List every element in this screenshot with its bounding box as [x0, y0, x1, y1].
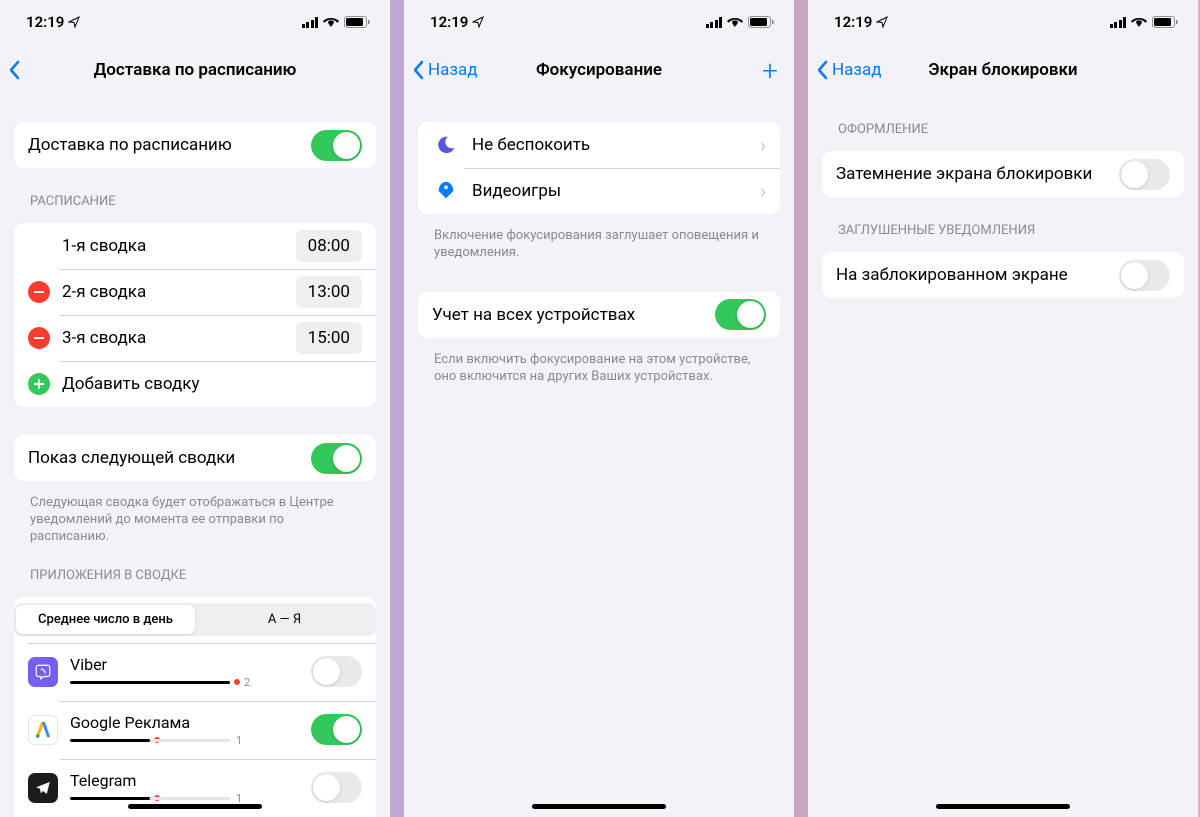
focus-modes-footer: Включение фокусирования заглушает оповещ…: [404, 222, 794, 262]
lock-label: На заблокированном экране: [836, 265, 1119, 285]
app-icon-google-ads: [28, 715, 58, 745]
cellular-icon: [706, 17, 723, 28]
moon-icon: [432, 131, 460, 159]
home-indicator[interactable]: [936, 804, 1070, 809]
focus-mode-label: Не беспокоить: [472, 135, 754, 155]
location-icon: [68, 16, 80, 28]
back-label: Назад: [832, 60, 882, 80]
nav-bar: Назад Экран блокировки: [808, 44, 1198, 96]
cellular-icon: [1110, 17, 1127, 28]
on-lockscreen-row[interactable]: На заблокированном экране: [822, 252, 1184, 298]
nav-bar: Доставка по расписанию: [0, 44, 390, 96]
back-label: Назад: [428, 60, 478, 80]
focus-mode-label: Видеоигры: [472, 181, 754, 201]
status-time: 12:19: [834, 13, 872, 31]
schedule-time[interactable]: 15:00: [296, 322, 362, 354]
status-bar: 12:19: [404, 0, 794, 44]
rocket-icon: [432, 177, 460, 205]
location-icon: [876, 16, 888, 28]
scheduled-delivery-toggle[interactable]: [311, 130, 362, 161]
silenced-header: ЗАГЛУШЕННЫЕ УВЕДОМЛЕНИЯ: [808, 205, 1198, 244]
home-indicator[interactable]: [532, 804, 666, 809]
page-title: Доставка по расписанию: [12, 60, 378, 80]
schedule-row[interactable]: 3-я сводка 15:00: [14, 315, 376, 361]
schedule-header: РАСПИСАНИЕ: [0, 176, 390, 215]
back-button[interactable]: Назад: [816, 60, 882, 80]
schedule-label: 3-я сводка: [62, 328, 296, 348]
nav-bar: Назад Фокусирование +: [404, 44, 794, 96]
dim-toggle[interactable]: [1119, 159, 1170, 190]
battery-icon: [344, 16, 370, 28]
next-summary-footer: Следующая сводка будет отображаться в Це…: [0, 489, 390, 546]
share-label: Учет на всех устройствах: [432, 305, 715, 325]
app-row[interactable]: Google Реклама 1: [14, 701, 376, 759]
phone-screen-focus: 12:19 Назад Фокусирование + Не беспокоит…: [404, 0, 794, 817]
segment-average[interactable]: Среднее число в день: [16, 605, 195, 634]
segment-alpha[interactable]: А — Я: [195, 605, 374, 634]
battery-icon: [748, 16, 774, 28]
phone-screen-lockscreen: 12:19 Назад Экран блокировки ОФОРМЛЕНИЕ …: [808, 0, 1198, 817]
lock-toggle[interactable]: [1119, 260, 1170, 291]
delete-icon[interactable]: [28, 281, 50, 303]
next-summary-row[interactable]: Показ следующей сводки: [14, 435, 376, 481]
dim-label: Затемнение экрана блокировки: [836, 164, 1119, 184]
appearance-header: ОФОРМЛЕНИЕ: [808, 96, 1198, 143]
app-icon-telegram: [28, 773, 58, 803]
focus-mode-row[interactable]: Не беспокоить ›: [418, 122, 780, 168]
wifi-icon: [323, 16, 339, 28]
dim-lockscreen-row[interactable]: Затемнение экрана блокировки: [822, 151, 1184, 197]
schedule-label: 1-я сводка: [62, 236, 296, 256]
app-toggle[interactable]: [311, 772, 362, 803]
chevron-left-icon: [412, 60, 424, 80]
chevron-left-icon: [816, 60, 828, 80]
share-footer: Если включить фокусирование на этом устр…: [404, 346, 794, 386]
location-icon: [472, 16, 484, 28]
scheduled-delivery-row[interactable]: Доставка по расписанию: [14, 122, 376, 168]
schedule-row[interactable]: 1-я сводка 08:00: [14, 223, 376, 269]
add-summary-label: Добавить сводку: [62, 374, 362, 394]
next-summary-toggle[interactable]: [311, 443, 362, 474]
schedule-row[interactable]: 2-я сводка 13:00: [14, 269, 376, 315]
next-summary-label: Показ следующей сводки: [28, 448, 311, 468]
app-row[interactable]: Viber 2: [14, 643, 376, 701]
chevron-right-icon: ›: [760, 133, 766, 157]
schedule-time[interactable]: 08:00: [296, 230, 362, 262]
chevron-right-icon: ›: [760, 179, 766, 203]
add-summary-row[interactable]: Добавить сводку: [14, 361, 376, 407]
status-bar: 12:19: [0, 0, 390, 44]
wifi-icon: [727, 16, 743, 28]
scheduled-delivery-label: Доставка по расписанию: [28, 135, 311, 155]
share-across-devices-row[interactable]: Учет на всех устройствах: [418, 292, 780, 338]
delete-icon[interactable]: [28, 327, 50, 349]
add-button[interactable]: +: [762, 54, 778, 87]
app-toggle[interactable]: [311, 656, 362, 687]
status-bar: 12:19: [808, 0, 1198, 44]
schedule-time[interactable]: 13:00: [296, 276, 362, 308]
back-button[interactable]: [8, 60, 24, 80]
back-button[interactable]: Назад: [412, 60, 478, 80]
cellular-icon: [302, 17, 319, 28]
battery-icon: [1152, 16, 1178, 28]
app-name: Google Реклама: [70, 713, 311, 732]
status-time: 12:19: [430, 13, 468, 31]
home-indicator[interactable]: [128, 804, 262, 809]
app-icon-viber: [28, 657, 58, 687]
apps-header: ПРИЛОЖЕНИЯ В СВОДКЕ: [0, 546, 390, 589]
add-icon: [28, 373, 50, 395]
chevron-left-icon: [8, 60, 20, 80]
share-toggle[interactable]: [715, 299, 766, 330]
app-toggle[interactable]: [311, 714, 362, 745]
schedule-label: 2-я сводка: [62, 282, 296, 302]
wifi-icon: [1131, 16, 1147, 28]
app-name: Telegram: [70, 771, 311, 790]
sort-segmented[interactable]: Среднее число в день А — Я: [14, 603, 376, 636]
app-name: Viber: [70, 655, 311, 674]
phone-screen-schedule: 12:19 Доставка по расписанию Доставка по…: [0, 0, 390, 817]
focus-mode-row[interactable]: Видеоигры ›: [418, 168, 780, 214]
status-time: 12:19: [26, 13, 64, 31]
